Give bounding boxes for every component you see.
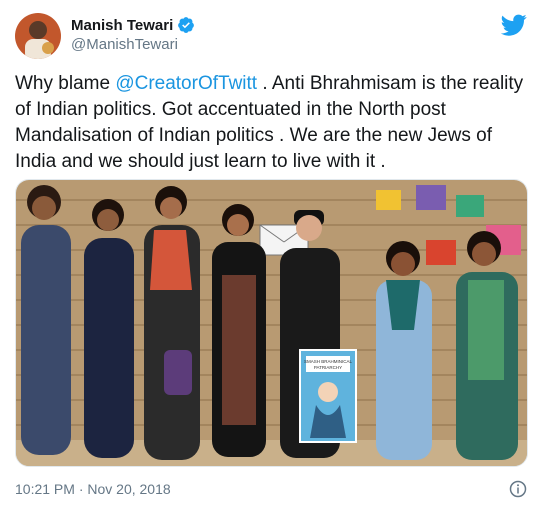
tweet-text-before: Why blame (15, 73, 116, 94)
author-display-name: Manish Tewari (71, 16, 174, 34)
mention-link[interactable]: @CreatorOfTwitt (115, 73, 257, 94)
poster-text-line2: PATRIARCHY (314, 365, 342, 370)
tweet-photo[interactable]: SMASH BRAHMINICAL PATRIARCHY (15, 179, 528, 467)
tweet-card: Manish Tewari @ManishTewari Why blame @C… (0, 0, 542, 509)
avatar[interactable] (15, 13, 61, 59)
twitter-bird-icon[interactable] (500, 12, 527, 38)
tweet-timestamp[interactable]: 10:21 PM · Nov 20, 2018 (15, 481, 171, 497)
info-icon[interactable] (509, 480, 527, 498)
author-name[interactable]: Manish Tewari (71, 16, 195, 34)
verified-badge-icon (177, 16, 195, 34)
tweet-text: Why blame @CreatorOfTwitt . Anti Bhrahmi… (15, 71, 530, 175)
author-handle[interactable]: @ManishTewari (71, 36, 178, 53)
poster-text-line1: SMASH BRAHMINICAL (304, 359, 353, 364)
